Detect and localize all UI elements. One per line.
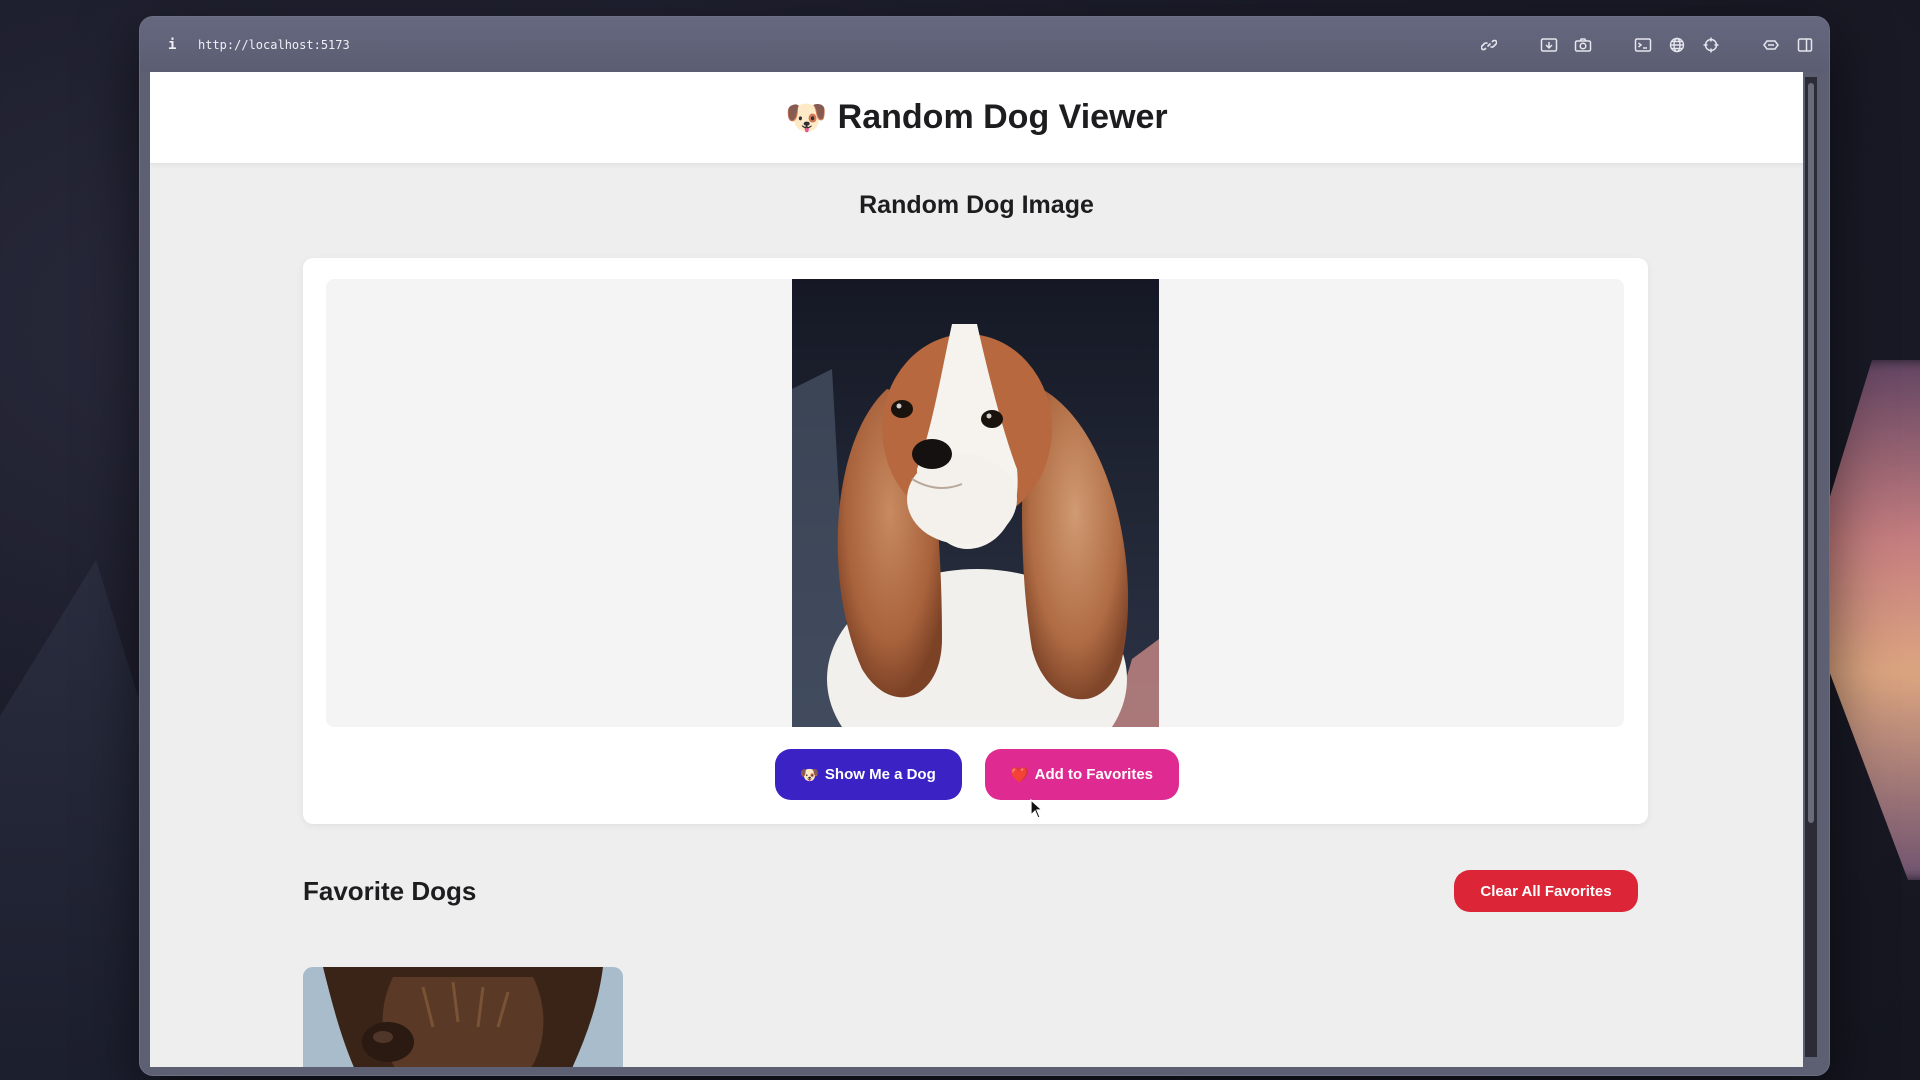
info-icon[interactable]: i: [168, 37, 182, 53]
crosshair-icon[interactable]: [1701, 35, 1721, 55]
terminal-icon[interactable]: [1633, 35, 1653, 55]
browser-toolbar: i http://localhost:5173: [140, 17, 1829, 72]
dog-emoji-icon: 🐶: [785, 98, 828, 137]
clear-favorites-button[interactable]: Clear All Favorites: [1454, 870, 1638, 912]
toolbar-icons: [1479, 35, 1815, 55]
camera-icon[interactable]: [1573, 35, 1593, 55]
page-title-text: Random Dog Viewer: [837, 98, 1168, 136]
extension-icon[interactable]: [1761, 35, 1781, 55]
dog-viewer-card: 🐶 Show Me a Dog ❤️ Add to Favorites: [303, 258, 1648, 824]
dog-image: [791, 279, 1159, 727]
page-title: 🐶 Random Dog Viewer: [785, 98, 1167, 138]
screenshot-icon[interactable]: [1539, 35, 1559, 55]
link-icon[interactable]: [1479, 35, 1499, 55]
browser-window: i http://localhost:5173 🐶 Random Dog Vie…: [139, 16, 1830, 1076]
favorite-dog-thumbnail[interactable]: [303, 967, 623, 1067]
app-header: 🐶 Random Dog Viewer: [150, 72, 1803, 164]
show-dog-button[interactable]: 🐶 Show Me a Dog: [774, 749, 962, 800]
dog-emoji-icon: 🐶: [800, 766, 819, 784]
sidebar-icon[interactable]: [1795, 35, 1815, 55]
scrollbar-thumb[interactable]: [1808, 83, 1814, 823]
show-dog-label: Show Me a Dog: [824, 766, 936, 783]
desktop-mountain: [0, 560, 160, 1080]
favorites-header: Favorite Dogs Clear All Favorites: [303, 870, 1638, 912]
viewer-actions: 🐶 Show Me a Dog ❤️ Add to Favorites: [303, 749, 1648, 800]
add-to-favorites-button[interactable]: ❤️ Add to Favorites: [984, 749, 1179, 800]
page-scrollbar[interactable]: [1805, 77, 1817, 1057]
heart-icon: ❤️: [1009, 766, 1029, 784]
add-to-favorites-label: Add to Favorites: [1034, 766, 1154, 783]
globe-icon[interactable]: [1667, 35, 1687, 55]
viewer-heading: Random Dog Image: [859, 191, 1094, 219]
mouse-cursor-icon: [1030, 799, 1044, 819]
address-bar[interactable]: http://localhost:5173: [198, 38, 350, 52]
favorites-heading: Favorite Dogs: [303, 875, 477, 906]
image-frame: [326, 279, 1624, 727]
page-viewport: 🐶 Random Dog Viewer Random Dog Image 🐶 S…: [150, 72, 1803, 1067]
